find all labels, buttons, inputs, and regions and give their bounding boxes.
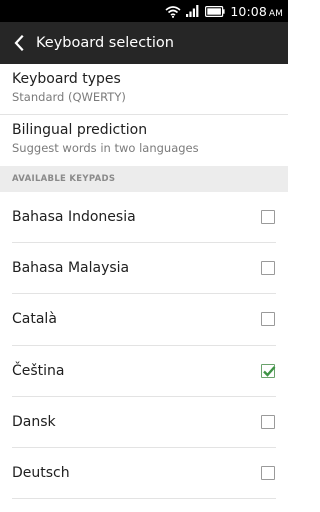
keypad-label: Dansk: [12, 413, 56, 430]
bilingual-prediction-item[interactable]: Bilingual prediction Suggest words in tw…: [0, 115, 288, 166]
page-title: Keyboard selection: [36, 35, 174, 51]
status-bar: 10:08 AM: [0, 0, 288, 22]
battery-icon: [205, 5, 225, 17]
keypad-checkbox[interactable]: [261, 363, 276, 378]
keypad-checkbox[interactable]: [261, 414, 275, 429]
keypad-label: Català: [12, 311, 57, 328]
keypad-row[interactable]: Čeština: [12, 346, 276, 397]
keyboard-types-title: Keyboard types: [12, 71, 121, 87]
checkmark-icon: [263, 365, 276, 377]
available-keypads-header: AVAILABLE KEYPADS: [0, 166, 288, 192]
keypad-label: Bahasa Indonesia: [12, 209, 136, 226]
keyboard-types-summary: Standard (QWERTY): [12, 90, 126, 104]
keypad-label: Deutsch: [12, 465, 70, 482]
keypad-label: Čeština: [12, 362, 65, 379]
status-time: 10:08 AM: [230, 3, 283, 19]
bilingual-prediction-summary: Suggest words in two languages: [12, 141, 199, 155]
bilingual-prediction-title: Bilingual prediction: [12, 122, 148, 138]
keypad-checkbox[interactable]: [261, 312, 275, 327]
keypad-checkbox[interactable]: [261, 210, 275, 225]
keypad-row[interactable]: Bahasa Indonesia: [12, 192, 276, 244]
keypad-row[interactable]: Català: [12, 294, 276, 346]
keyboard-types-item[interactable]: Keyboard types Standard (QWERTY): [0, 64, 288, 115]
keypad-row[interactable]: Bahasa Malaysia: [12, 243, 276, 295]
app-bar: Keyboard selection: [0, 22, 288, 64]
back-button[interactable]: [3, 22, 35, 64]
keypad-checkbox[interactable]: [261, 466, 275, 481]
keypad-label: Bahasa Malaysia: [12, 260, 130, 277]
wifi-icon: [165, 5, 181, 18]
keypad-checkbox[interactable]: [261, 261, 275, 276]
signal-icon: [186, 5, 200, 17]
back-arrow-icon: [14, 35, 24, 51]
keypad-row[interactable]: Dansk: [12, 397, 276, 448]
keypad-row[interactable]: Deutsch: [12, 448, 276, 500]
settings-list: Keyboard types Standard (QWERTY) Bilingu…: [0, 64, 288, 500]
status-ampm: AM: [268, 8, 283, 19]
